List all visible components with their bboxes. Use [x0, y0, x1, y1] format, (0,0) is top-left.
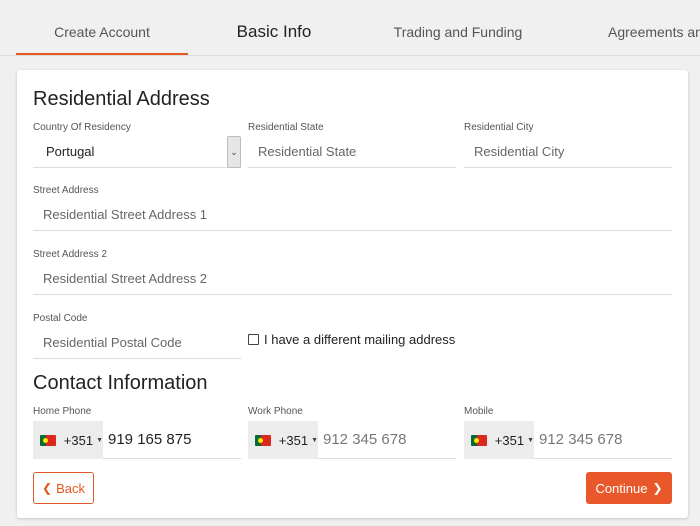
mobile-label: Mobile	[464, 406, 494, 417]
state-label: Residential State	[248, 122, 324, 133]
contact-information-title: Contact Information	[33, 372, 208, 394]
portugal-flag-icon	[40, 434, 56, 446]
postal-label: Postal Code	[33, 313, 88, 324]
caret-down-icon: ▼	[311, 436, 318, 444]
active-tab-indicator	[16, 53, 188, 55]
state-input[interactable]: Residential State	[248, 136, 456, 168]
work-phone-field: +351 ▼ 912 345 678	[248, 421, 456, 459]
street-label: Street Address	[33, 185, 99, 196]
work-country-code-dropdown[interactable]: +351 ▼	[248, 421, 318, 459]
mobile-country-code-dropdown[interactable]: +351 ▼	[464, 421, 534, 459]
portugal-flag-icon	[255, 434, 271, 446]
country-value: Portugal	[46, 144, 95, 159]
chevron-down-icon[interactable]: ⌄	[227, 136, 241, 168]
continue-button-label: Continue	[595, 480, 648, 496]
mobile-dial-code: +351	[494, 432, 525, 448]
work-phone-input[interactable]: 912 345 678	[323, 421, 406, 459]
residential-address-title: Residential Address	[33, 88, 210, 110]
street-input[interactable]: Residential Street Address 1	[33, 199, 672, 231]
mobile-phone-field: +351 ▼ 912 345 678	[464, 421, 672, 459]
mailing-address-label: I have a different mailing address	[264, 331, 456, 347]
back-button-label: Back	[56, 480, 85, 496]
tab-basic-info[interactable]: Basic Info	[205, 0, 343, 55]
street2-input[interactable]: Residential Street Address 2	[33, 263, 672, 295]
home-phone-input[interactable]: 919 165 875	[108, 421, 191, 459]
work-dial-code: +351	[278, 432, 309, 448]
tab-create-account[interactable]: Create Account	[16, 0, 188, 55]
chevron-right-icon: ❯	[652, 481, 663, 495]
continue-button[interactable]: Continue ❯	[586, 472, 672, 504]
home-country-code-dropdown[interactable]: +351 ▼	[33, 421, 103, 459]
tab-agreements[interactable]: Agreements and	[608, 0, 700, 55]
step-tabs: Create Account Basic Info Trading and Fu…	[0, 0, 700, 56]
caret-down-icon: ▼	[96, 436, 103, 444]
country-select[interactable]: Portugal ⌄	[33, 136, 241, 168]
chevron-left-icon: ❮	[42, 481, 53, 495]
city-label: Residential City	[464, 122, 534, 133]
work-phone-label: Work Phone	[248, 406, 303, 417]
back-button[interactable]: ❮ Back	[33, 472, 94, 504]
country-label: Country Of Residency	[33, 122, 131, 133]
mailing-address-option[interactable]: I have a different mailing address	[248, 331, 455, 347]
city-input[interactable]: Residential City	[464, 136, 672, 168]
mobile-phone-input[interactable]: 912 345 678	[539, 421, 622, 459]
home-phone-field: +351 ▼ 919 165 875	[33, 421, 241, 459]
caret-down-icon: ▼	[527, 436, 534, 444]
mailing-address-checkbox[interactable]	[248, 333, 259, 345]
tab-trading-and-funding[interactable]: Trading and Funding	[378, 0, 538, 55]
home-phone-label: Home Phone	[33, 406, 92, 417]
portugal-flag-icon	[471, 434, 487, 446]
form-card: Residential Address Country Of Residency…	[17, 70, 688, 518]
postal-input[interactable]: Residential Postal Code	[33, 327, 241, 359]
street2-label: Street Address 2	[33, 249, 107, 260]
home-dial-code: +351	[63, 432, 94, 448]
